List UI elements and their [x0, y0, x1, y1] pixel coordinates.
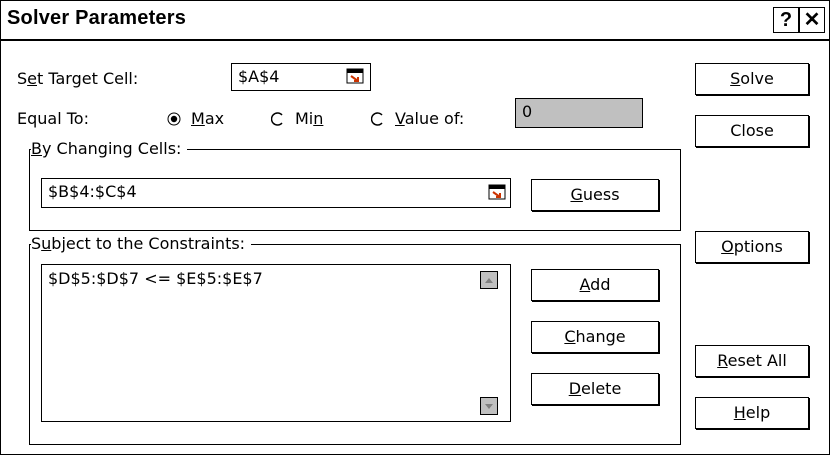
dialog-title: Solver Parameters — [7, 7, 187, 29]
changing-cells-value: $B$4:$C$4 — [48, 182, 137, 201]
changing-cells-input[interactable]: $B$4:$C$4 — [41, 178, 511, 208]
min-radio-label[interactable]: Min — [295, 109, 323, 128]
title-bar: Solver Parameters ? ✕ — [1, 1, 829, 41]
equal-to-label: Equal To: — [17, 109, 89, 128]
options-button[interactable]: Options — [695, 231, 809, 263]
scroll-up-button[interactable] — [480, 271, 498, 289]
reset-all-button[interactable]: Reset All — [695, 345, 809, 377]
list-item[interactable]: $D$5:$D$7 <= $E$5:$E$7 — [48, 269, 263, 288]
target-cell-value: $A$4 — [238, 67, 280, 86]
close-window-button[interactable]: ✕ — [799, 7, 825, 33]
add-button[interactable]: Add — [531, 269, 659, 301]
close-button[interactable]: Close — [695, 115, 809, 147]
constraints-legend: Subject to the Constraints: — [31, 234, 252, 253]
help-icon: ? — [779, 9, 793, 31]
min-radio[interactable] — [271, 112, 285, 126]
delete-button[interactable]: Delete — [531, 373, 659, 405]
guess-button[interactable]: Guess — [531, 179, 659, 211]
max-radio-label[interactable]: Max — [191, 109, 224, 128]
changing-cells-legend: By Changing Cells: — [31, 139, 188, 158]
value-of-value: 0 — [522, 102, 533, 121]
constraints-list[interactable]: $D$5:$D$7 <= $E$5:$E$7 — [41, 264, 511, 422]
solve-button[interactable]: Solve — [695, 63, 809, 95]
value-of-radio-label[interactable]: Value of: — [395, 109, 464, 128]
help-dialog-button[interactable]: Help — [695, 397, 809, 429]
chevron-down-icon — [485, 404, 493, 409]
max-radio[interactable] — [167, 112, 181, 126]
target-cell-input[interactable]: $A$4 — [231, 63, 371, 91]
value-of-radio[interactable] — [371, 112, 385, 126]
range-select-icon[interactable] — [346, 68, 364, 84]
chevron-up-icon — [485, 278, 493, 283]
solver-parameters-dialog: Solver Parameters ? ✕ Set Target Cell: $… — [0, 0, 830, 455]
close-icon: ✕ — [803, 9, 821, 31]
target-cell-label: Set Target Cell: — [17, 69, 139, 88]
range-select-icon[interactable] — [488, 184, 506, 200]
value-of-input[interactable]: 0 — [515, 98, 643, 128]
scroll-down-button[interactable] — [480, 397, 498, 415]
change-button[interactable]: Change — [531, 321, 659, 353]
help-button[interactable]: ? — [773, 7, 799, 33]
